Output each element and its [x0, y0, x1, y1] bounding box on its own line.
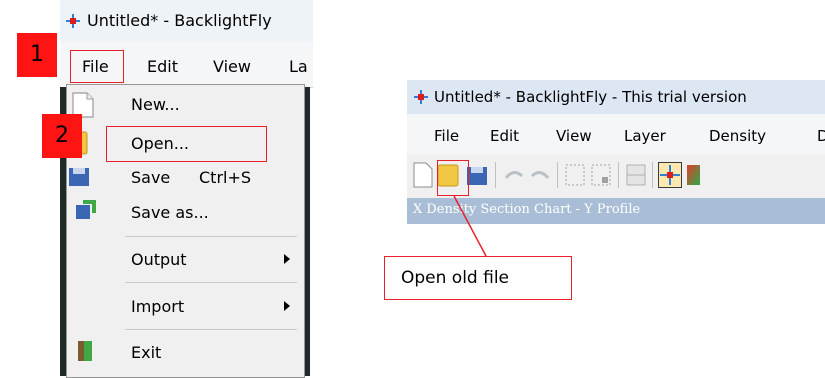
save-as-icon [76, 200, 96, 219]
menu-partial[interactable]: D [817, 127, 825, 145]
left-title-bar: Untitled* - BacklightFly [60, 0, 313, 42]
toolbar-separator [652, 162, 653, 188]
menu-item-save[interactable]: Save Ctrl+S [67, 165, 304, 189]
right-window-title: Untitled* - BacklightFly - This trial ve… [434, 88, 747, 106]
menu-edit[interactable]: Edit [490, 127, 519, 145]
toolbar-separator [495, 162, 496, 188]
menu-layer[interactable]: Layer [624, 127, 666, 145]
menu-layer-partial[interactable]: La [289, 57, 308, 76]
menu-item-new[interactable]: New... [67, 92, 304, 118]
menu-shortcut-save: Ctrl+S [199, 168, 252, 187]
toolbar [407, 154, 825, 198]
menu-density[interactable]: Density [709, 127, 766, 145]
left-window-title: Untitled* - BacklightFly [87, 11, 272, 30]
menu-view[interactable]: View [213, 57, 251, 76]
menu-label-import: Import [131, 297, 185, 316]
right-title-bar: Untitled* - BacklightFly - This trial ve… [407, 80, 825, 114]
color-map-icon[interactable] [686, 162, 700, 188]
app-logo-icon [414, 90, 428, 104]
right-menubar: File Edit View Layer Density D [407, 114, 825, 154]
file-menu-highlight [70, 50, 124, 83]
step-badge-1: 1 [17, 33, 57, 77]
menu-separator [125, 282, 297, 283]
open-item-highlight [106, 126, 267, 162]
crosshair-tool-icon[interactable] [658, 162, 682, 188]
redo-icon[interactable] [528, 162, 552, 188]
open-icon-highlight [437, 160, 469, 196]
menu-view[interactable]: View [556, 127, 592, 145]
save-disk-icon [69, 168, 89, 186]
grid-icon[interactable] [624, 162, 648, 188]
step-badge-2: 2 [42, 114, 82, 158]
menu-separator [125, 329, 297, 330]
menu-item-save-as[interactable]: Save as... [67, 200, 304, 224]
toolbar-separator [557, 162, 558, 188]
menu-label-output: Output [131, 250, 187, 269]
menu-separator [125, 236, 297, 237]
menu-edit[interactable]: Edit [147, 57, 178, 76]
menu-label-save: Save [131, 168, 171, 187]
menu-label-exit: Exit [131, 343, 162, 362]
menu-file[interactable]: File [434, 127, 459, 145]
menu-label-save-as: Save as... [131, 203, 209, 222]
undo-icon[interactable] [502, 162, 526, 188]
app-logo-icon [66, 14, 80, 28]
callout-leader-line [453, 196, 487, 257]
menu-item-import[interactable]: Import [67, 294, 304, 318]
select-area-icon[interactable] [563, 162, 587, 188]
menu-label-new: New... [131, 95, 180, 114]
exit-door-icon [78, 341, 92, 361]
submenu-arrow-icon [284, 254, 290, 264]
clear-selection-icon[interactable] [589, 162, 613, 188]
menu-item-output[interactable]: Output [67, 247, 304, 271]
new-file-icon[interactable] [411, 162, 435, 188]
menu-item-exit[interactable]: Exit [67, 340, 304, 364]
submenu-arrow-icon [284, 301, 290, 311]
open-old-file-callout: Open old file [384, 256, 572, 300]
toolbar-separator [618, 162, 619, 188]
callout-label: Open old file [401, 268, 510, 288]
